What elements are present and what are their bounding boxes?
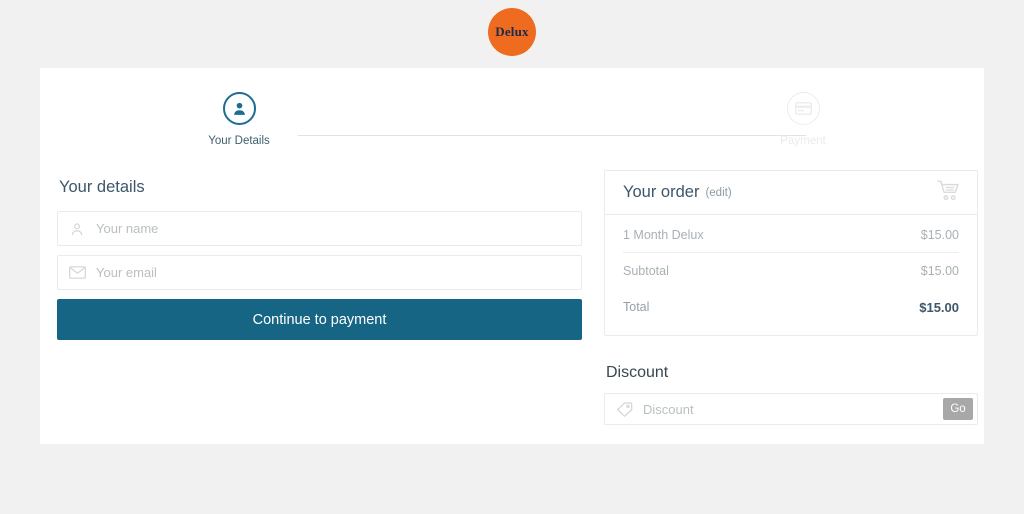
credit-card-icon <box>786 92 820 125</box>
checkout-card: Your Details Payment Your details Your n… <box>40 68 984 444</box>
order-summary-section: Your order (edit) 1 Month Delux $15.00 S… <box>604 170 978 425</box>
order-item-label: 1 Month Delux <box>623 227 704 242</box>
brand-logo: Delux <box>0 8 1024 56</box>
discount-input[interactable] <box>643 394 943 424</box>
name-input[interactable] <box>96 212 581 245</box>
discount-field[interactable]: Go <box>604 393 978 425</box>
name-field[interactable] <box>57 211 582 246</box>
step-payment[interactable]: Payment <box>738 92 868 147</box>
tag-icon <box>605 401 643 417</box>
your-details-section: Your details Your name Your email Contin… <box>57 178 607 340</box>
order-total-row: Total $15.00 <box>623 289 959 325</box>
order-edit-link[interactable]: (edit) <box>705 187 731 199</box>
order-line-item: 1 Month Delux $15.00 <box>623 217 959 253</box>
order-rows: 1 Month Delux $15.00 Subtotal $15.00 Tot… <box>605 215 977 335</box>
step-payment-label: Payment <box>780 135 826 147</box>
step-connector-line <box>298 135 806 136</box>
total-amount: $15.00 <box>919 299 959 315</box>
discount-section: Discount Go <box>604 364 978 425</box>
step-your-details-label: Your Details <box>208 135 270 147</box>
order-subtotal-row: Subtotal $15.00 <box>623 253 959 289</box>
envelope-icon <box>58 266 96 279</box>
step-your-details[interactable]: Your Details <box>174 92 304 147</box>
order-item-amount: $15.00 <box>920 227 959 242</box>
order-box: Your order (edit) 1 Month Delux $15.00 S… <box>604 170 978 336</box>
progress-steps: Your Details Payment <box>40 92 984 162</box>
subtotal-amount: $15.00 <box>920 264 959 278</box>
email-input[interactable] <box>96 256 581 289</box>
user-outline-icon <box>58 221 96 237</box>
continue-to-payment-button[interactable]: Continue to payment <box>57 299 582 340</box>
user-icon <box>222 92 256 125</box>
shopping-cart-icon <box>937 179 961 206</box>
total-label: Total <box>623 300 650 314</box>
discount-title: Discount <box>606 364 669 381</box>
checkout-page: Delux Your Details Payment Your details … <box>0 0 1024 514</box>
logo-text: Delux <box>495 24 529 39</box>
email-field[interactable] <box>57 255 582 290</box>
subtotal-label: Subtotal <box>623 264 669 278</box>
order-title: Your order <box>623 183 700 201</box>
discount-go-button[interactable]: Go <box>943 398 973 420</box>
your-details-title: Your details <box>59 178 145 196</box>
logo-circle: Delux <box>488 8 536 56</box>
order-header: Your order (edit) <box>605 171 977 215</box>
